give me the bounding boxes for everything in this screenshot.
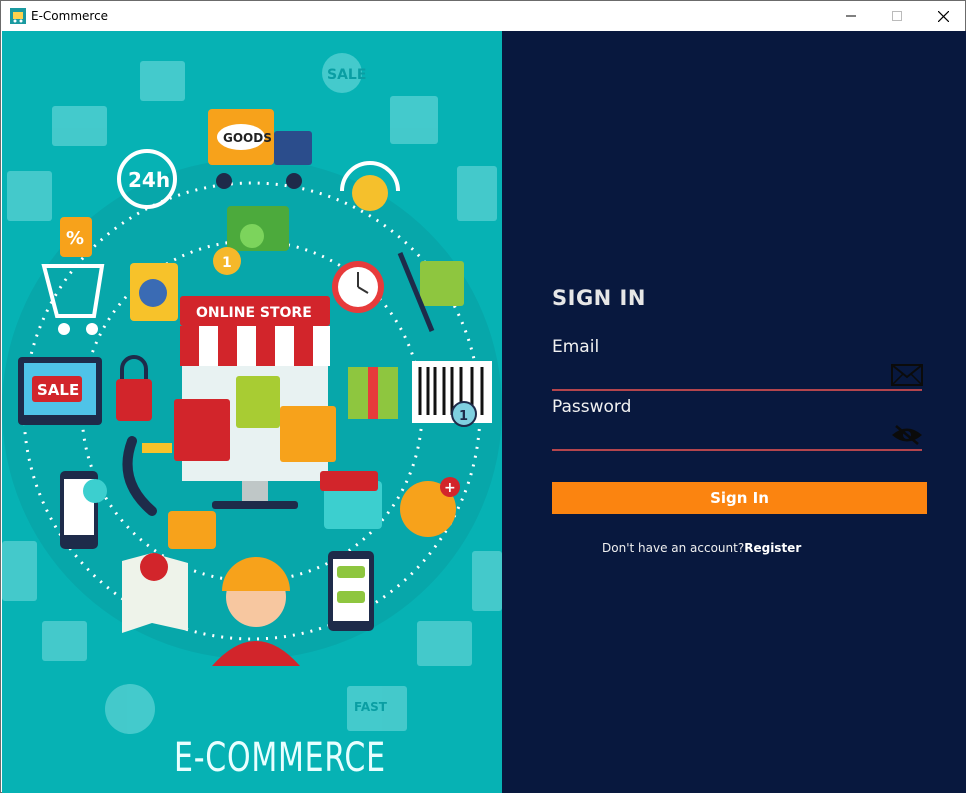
online-store-text: ONLINE STORE bbox=[196, 305, 312, 321]
basket-icon bbox=[417, 621, 472, 666]
sale-label-text: SALE bbox=[37, 381, 79, 399]
basket-icon bbox=[140, 61, 185, 101]
green-bag-icon bbox=[236, 376, 280, 428]
barcode-number-text: 1 bbox=[459, 409, 468, 424]
sale-tag-text: SALE bbox=[327, 67, 366, 83]
app-window: E-Commerce SALE FAST GOODS 24h 1 % ONLIN… bbox=[0, 0, 966, 793]
ecommerce-illustration: SALE FAST GOODS 24h 1 % ONLINE STORE 1 S… bbox=[2, 53, 502, 734]
wallet-icon bbox=[42, 621, 87, 661]
minimize-icon bbox=[846, 15, 856, 17]
maximize-icon bbox=[892, 11, 902, 21]
globe-icon bbox=[105, 684, 155, 734]
close-button[interactable] bbox=[920, 1, 966, 31]
orange-bag-icon bbox=[280, 406, 336, 462]
maximize-button[interactable] bbox=[874, 1, 920, 31]
envelope-icon bbox=[891, 364, 923, 386]
card-icon bbox=[7, 171, 52, 221]
box-icon bbox=[390, 96, 438, 144]
close-icon bbox=[937, 10, 949, 22]
percent-text: % bbox=[66, 228, 84, 249]
eye-slash-icon[interactable] bbox=[890, 424, 924, 446]
coin-text: 1 bbox=[222, 255, 232, 271]
register-prompt-text: Don't have an account? bbox=[602, 541, 745, 555]
email-field[interactable] bbox=[552, 359, 922, 391]
signin-panel: SIGN IN Email Password Sign In Don't hav… bbox=[502, 31, 966, 793]
hand-truck-icon bbox=[420, 261, 464, 306]
signin-heading: SIGN IN bbox=[552, 286, 646, 310]
cart-outline-icon bbox=[457, 166, 497, 221]
ecommerce-illustration-panel: SALE FAST GOODS 24h 1 % ONLINE STORE 1 S… bbox=[2, 31, 502, 793]
store-awning bbox=[180, 326, 330, 366]
minimize-button[interactable] bbox=[828, 1, 874, 31]
bank-card-icon bbox=[168, 511, 216, 549]
password-field[interactable] bbox=[552, 419, 922, 451]
fast-text: FAST bbox=[354, 700, 388, 714]
support-headset-icon bbox=[352, 175, 388, 211]
ecommerce-banner-text: E-COMMERCE bbox=[174, 735, 386, 781]
padlock-icon bbox=[116, 379, 152, 421]
password-label: Password bbox=[552, 397, 632, 417]
arrow-icon bbox=[142, 443, 172, 453]
svg-text:+: + bbox=[444, 480, 456, 496]
truck-icon bbox=[52, 106, 107, 146]
register-prompt: Don't have an account?Register bbox=[602, 541, 801, 555]
email-label: Email bbox=[552, 337, 600, 357]
lock-icon bbox=[472, 551, 502, 611]
24h-text: 24h bbox=[128, 168, 170, 192]
red-bag-icon bbox=[174, 399, 230, 461]
window-title: E-Commerce bbox=[31, 9, 109, 23]
sign-in-button[interactable]: Sign In bbox=[552, 482, 927, 514]
calculator-icon bbox=[2, 541, 37, 601]
goods-text: GOODS bbox=[223, 131, 272, 145]
title-bar[interactable]: E-Commerce bbox=[1, 1, 965, 31]
register-link[interactable]: Register bbox=[744, 541, 801, 555]
app-icon bbox=[10, 8, 26, 24]
